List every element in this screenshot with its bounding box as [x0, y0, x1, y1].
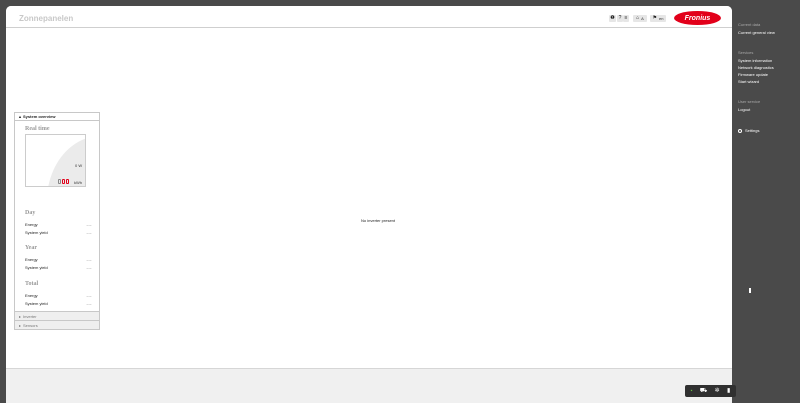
site-title: Zonnepanelen: [19, 14, 74, 23]
language-button[interactable]: ⚑ en: [650, 15, 666, 22]
year-energy-label: Energy: [25, 257, 38, 262]
gear-icon: [738, 128, 742, 133]
fronius-logo[interactable]: Fronius: [674, 11, 721, 25]
gauge-unit: kWh: [74, 180, 82, 185]
day-energy-label: Energy: [25, 222, 38, 227]
inverter-label: Inverter: [23, 313, 37, 319]
info-icon: ❶: [610, 15, 615, 21]
gauge-value: 0 W: [75, 163, 83, 168]
bottom-toolbar: ▪ ⛟ ✲ ▮: [685, 385, 736, 397]
home-icon: ⌂: [636, 15, 640, 21]
flag-icon: ⚑: [652, 15, 658, 21]
day-yield-row: System yield ---: [25, 230, 92, 236]
sidebar-item-logout[interactable]: Logout: [738, 107, 750, 112]
home-button[interactable]: ⌂ A: [633, 15, 647, 22]
mobile-icon[interactable]: ▮: [727, 388, 730, 394]
list-icon: ≡: [624, 15, 628, 21]
total-energy-row: Energy ---: [25, 293, 92, 299]
year-yield-row: System yield ---: [25, 265, 92, 271]
total-energy-label: Energy: [25, 293, 38, 298]
total-yield-row: System yield ---: [25, 301, 92, 307]
sensors-header[interactable]: ▸ Sensors: [14, 321, 100, 330]
inverter-header[interactable]: ▸ Inverter: [14, 312, 100, 321]
realtime-title: Real time: [25, 126, 50, 132]
sidebar-item-start-wizard[interactable]: Start wizard: [738, 79, 759, 84]
year-energy-value: ---: [86, 257, 92, 262]
gauge-legend: [58, 179, 69, 184]
no-inverter-message: No inverter present: [361, 218, 396, 223]
day-yield-value: ---: [86, 230, 92, 235]
sidebar-item-network-diagnostics[interactable]: Network diagnostics: [738, 65, 774, 70]
total-yield-label: System yield: [25, 301, 48, 306]
gear-icon[interactable]: ✲: [715, 388, 720, 394]
year-energy-row: Energy ---: [25, 257, 92, 263]
services-heading: Services: [738, 50, 754, 55]
logo-text: Fronius: [684, 14, 711, 22]
system-overview-header[interactable]: ▴ System overview: [14, 112, 100, 121]
power-gauge: 0 W kWh: [25, 134, 86, 187]
footer: [6, 368, 732, 403]
help-icon: ?: [618, 15, 622, 21]
sensors-label: Sensors: [23, 322, 38, 328]
current-data-heading: Current data: [738, 22, 761, 27]
day-energy-row: Energy ---: [25, 222, 92, 228]
list-button[interactable]: ≡: [623, 15, 629, 22]
header: Zonnepanelen ❶ ? ≡ ⌂ A ⚑ en Fronius: [6, 6, 732, 28]
sidebar-item-firmware-update[interactable]: Firmware update: [738, 72, 768, 77]
day-energy-value: ---: [86, 222, 92, 227]
info-button[interactable]: ❶: [609, 15, 616, 22]
home-label: A: [641, 16, 644, 21]
day-yield-label: System yield: [25, 230, 48, 235]
content-area: ▴ System overview Real time 0 W kWh Day …: [6, 28, 732, 368]
sidebar-item-system-information[interactable]: System information: [738, 58, 772, 63]
year-yield-value: ---: [86, 265, 92, 270]
chevron-down-icon: ▸: [19, 322, 22, 328]
total-title: Total: [25, 281, 39, 287]
settings-link[interactable]: Settings: [738, 128, 759, 133]
system-overview-body: Real time 0 W kWh Day Energy --- System …: [14, 121, 100, 312]
mouse-cursor: [749, 288, 752, 293]
legend-mark-load: [62, 179, 65, 184]
status-icon[interactable]: ▪: [691, 388, 693, 394]
settings-label: Settings: [745, 128, 760, 133]
main-frame: Zonnepanelen ❶ ? ≡ ⌂ A ⚑ en Fronius ▴ Sy…: [6, 6, 732, 403]
car-icon[interactable]: ⛟: [700, 388, 708, 394]
system-overview-label: System overview: [23, 114, 56, 119]
chevron-down-icon: ▸: [19, 313, 22, 319]
day-title: Day: [25, 210, 36, 216]
language-label: en: [659, 16, 664, 21]
user-service-heading: User service: [738, 99, 761, 104]
total-energy-value: ---: [86, 293, 92, 298]
total-yield-value: ---: [86, 301, 92, 306]
legend-mark-grid: [58, 179, 61, 184]
year-yield-label: System yield: [25, 265, 48, 270]
legend-mark-pv: [66, 179, 69, 184]
chevron-up-icon: ▴: [19, 114, 22, 119]
year-title: Year: [25, 245, 37, 251]
sidebar: Current data Current general view Servic…: [732, 0, 800, 403]
sidebar-item-current-general-view[interactable]: Current general view: [738, 30, 775, 35]
system-overview-panel: ▴ System overview Real time 0 W kWh Day …: [14, 112, 100, 330]
